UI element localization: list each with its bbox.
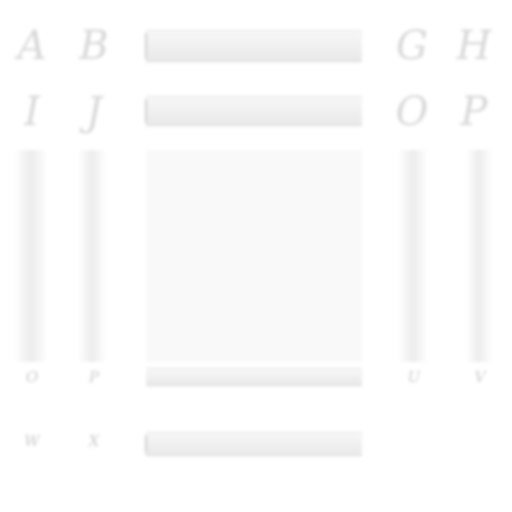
glyph-g: G [396, 23, 428, 69]
glyph-o-small: O [25, 368, 39, 386]
bar-cap [145, 33, 147, 59]
vertical-bar-4 [466, 150, 492, 362]
glyph-i: I [24, 89, 40, 135]
glyph-o: O [395, 89, 429, 135]
glyph-w-small: W [24, 432, 40, 450]
horizontal-bar-2 [145, 96, 362, 126]
glyph-j: J [85, 89, 103, 135]
vertical-bar-2 [78, 150, 106, 362]
glyph-a: A [17, 23, 47, 69]
glyph-b: B [79, 23, 109, 69]
center-panel [146, 150, 362, 362]
vertical-bar-1 [14, 150, 48, 362]
bar-cap [145, 99, 147, 123]
glyph-p: P [460, 89, 488, 135]
bar-cap [145, 435, 147, 453]
horizontal-bar-1 [145, 30, 362, 62]
glyph-u-small: U [407, 368, 421, 386]
glyph-x-small: X [88, 432, 100, 450]
horizontal-bar-3 [146, 368, 362, 386]
vertical-bar-3 [398, 150, 428, 362]
glyph-p-small: P [88, 368, 100, 386]
glyph-v-small: V [474, 368, 486, 386]
glyph-h: H [456, 23, 492, 69]
glyph-grid: A B G H I J O P O P U V W X [0, 0, 512, 512]
horizontal-bar-4 [145, 432, 362, 456]
